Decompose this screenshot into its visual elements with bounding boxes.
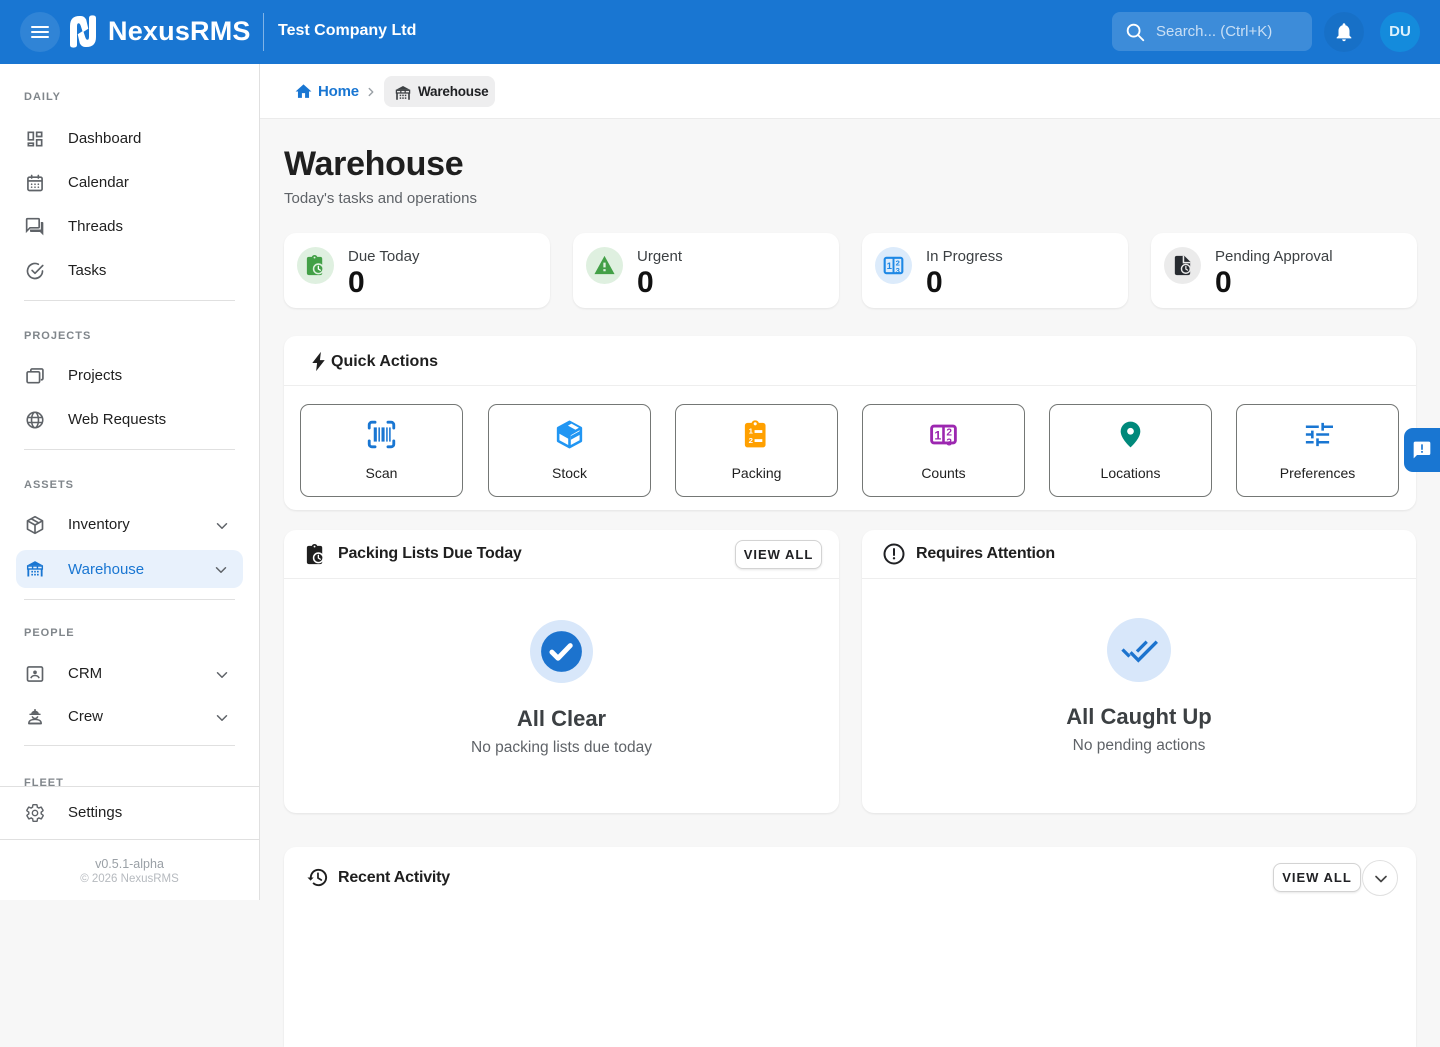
svg-text:1: 1 [749, 427, 754, 436]
svg-text:1: 1 [887, 261, 893, 272]
svg-text:2: 2 [749, 436, 753, 445]
svg-text:3: 3 [896, 266, 900, 275]
svg-text:1: 1 [934, 428, 941, 442]
svg-text:3: 3 [946, 438, 952, 449]
